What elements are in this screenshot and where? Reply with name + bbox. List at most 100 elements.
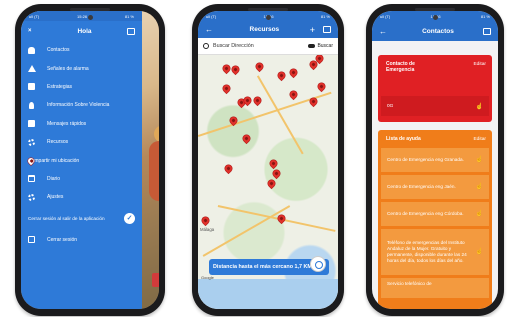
my-location-button[interactable] (310, 256, 326, 272)
map-view[interactable]: Málaga Distancia hasta el más cercano 1,… (198, 55, 338, 309)
menu-item-label: Mensajes rápidos (47, 120, 87, 127)
contacts-icon (28, 46, 35, 54)
help-item-label: Servicio telefónico de (387, 281, 432, 286)
lightbulb-icon (29, 101, 34, 109)
back-arrow-icon[interactable]: ← (379, 27, 393, 36)
menu-item-estrategias[interactable]: Estrategias (21, 78, 142, 96)
help-list-card: Lista de ayuda Editar Centro de Emergenc… (378, 130, 492, 309)
map-pin[interactable] (252, 95, 263, 106)
help-item-label: Centro de Emergencia eng Jaén. (387, 184, 456, 189)
menu-item-ajustes[interactable]: Ajustes (21, 188, 142, 206)
phone-notch (415, 8, 455, 11)
menu-item-contactos[interactable]: Contactos (21, 41, 142, 59)
drawer-title: Hola (77, 27, 92, 35)
map-pin[interactable] (288, 89, 299, 100)
menu-item-ubicacion[interactable]: Compartir mi ubicación (21, 151, 142, 169)
menu-item-label: Diario (47, 175, 61, 182)
menu-item-cerrar-sesion[interactable]: Cerrar sesión (21, 231, 142, 249)
card-header: Lista de ayuda Editar (378, 130, 492, 143)
map-pin[interactable] (316, 81, 327, 92)
logout-icon[interactable] (127, 27, 135, 35)
status-bar: ull (T) 15:26 81 % (21, 11, 142, 21)
logout-icon[interactable] (323, 26, 331, 33)
menu-item-label: Información Sobre Violencia (47, 102, 110, 109)
contacts-screen: ull (T) 15:26 81 % ← Contactos Contacto … (372, 11, 498, 309)
search-icon (203, 43, 209, 49)
menu-item-mensajes[interactable]: Mensajes rápidos (21, 115, 142, 133)
status-time: 15:26 (77, 13, 88, 19)
resources-screen: ull (T) 15:26 81 % ← Recursos + Buscar D… (198, 11, 338, 309)
card-title: Contacto de Emergencia (386, 61, 415, 73)
status-signal: ull (T) (29, 13, 40, 19)
menu-screen: ull (T) 15:26 81 % × Hola Contactos Seña… (21, 11, 159, 309)
edit-button[interactable]: Editar (473, 62, 486, 73)
menu-item-label: Estrategias (47, 83, 73, 90)
map-pin[interactable] (230, 64, 241, 75)
search-input[interactable]: Buscar Dirección (213, 43, 308, 49)
phone-contacts: ull (T) 15:26 81 % ← Contactos Contacto … (366, 4, 504, 316)
help-list-item[interactable]: Servicio telefónico de (381, 278, 489, 298)
menu-item-recursos[interactable]: Recursos (21, 133, 142, 151)
logout-on-exit-toggle[interactable]: Cerrar sesión al salir de la aplicación … (21, 207, 142, 231)
emergency-contact-card: Contacto de Emergencia Editar 0G ☝ (378, 55, 492, 122)
checkmark-icon[interactable]: ✓ (124, 213, 135, 225)
phone-notch (248, 8, 288, 11)
phone-menu: ull (T) 15:26 81 % × Hola Contactos Seña… (15, 4, 165, 316)
map-pin[interactable] (266, 178, 277, 189)
close-icon[interactable]: × (28, 28, 42, 34)
map-pin[interactable] (221, 63, 232, 74)
map-road (202, 205, 290, 257)
tap-hand-icon: ☝ (475, 157, 483, 163)
navigation-drawer: ull (T) 15:26 81 % × Hola Contactos Seña… (21, 11, 142, 309)
menu-item-senales[interactable]: Señales de alarma (21, 59, 142, 77)
tap-hand-icon: ☝ (475, 184, 483, 190)
background-photo-girl (149, 141, 159, 201)
map-pin[interactable] (200, 215, 211, 226)
page-title: Contactos (422, 27, 454, 35)
map-pin[interactable] (276, 213, 287, 224)
map-pin[interactable] (254, 61, 265, 72)
help-list-item[interactable]: Teléfono de emergencias del Instituto An… (381, 229, 489, 275)
phone-resources: ull (T) 15:26 81 % ← Recursos + Buscar D… (192, 4, 344, 316)
map-pin[interactable] (308, 96, 319, 107)
status-battery: 81 % (124, 13, 134, 19)
stage: ull (T) 15:26 81 % × Hola Contactos Seña… (0, 0, 507, 317)
help-list-item[interactable]: Centro de Emergencia eng Córdoba. ☝ (381, 202, 489, 226)
status-signal: ull (T) (206, 13, 217, 19)
edit-button[interactable]: Editar (473, 137, 486, 143)
help-list-item[interactable]: Centro de Emergencia eng Granada. ☝ (381, 148, 489, 172)
map-pin[interactable] (223, 163, 234, 174)
search-button-label: Buscar (317, 43, 333, 49)
map-sea (198, 279, 338, 309)
toolbar: ← Contactos (372, 21, 498, 41)
card-header: Contacto de Emergencia Editar (378, 55, 492, 73)
resources-icon (28, 138, 35, 146)
search-bar: Buscar Dirección Buscar (198, 38, 338, 55)
contact-number: 0G (387, 103, 394, 109)
map-pin[interactable] (221, 83, 232, 94)
status-battery: 81 % (480, 13, 490, 19)
menu-item-label: Ajustes (47, 194, 64, 201)
back-arrow-icon[interactable]: ← (205, 25, 219, 34)
add-icon[interactable]: + (310, 25, 315, 35)
logout-icon[interactable] (483, 27, 491, 35)
menu-item-label: Cerrar sesión (47, 236, 78, 243)
menu-item-diario[interactable]: Diario (21, 170, 142, 188)
map-pin[interactable] (271, 168, 282, 179)
status-battery: 81 % (320, 13, 330, 19)
map-pin[interactable] (288, 67, 299, 78)
map-pin[interactable] (268, 158, 279, 169)
emergency-contact-row[interactable]: 0G ☝ (381, 96, 489, 116)
help-list-item[interactable]: Centro de Emergencia eng Jaén. ☝ (381, 175, 489, 199)
toolbar: ← Recursos + (198, 21, 338, 38)
menu-item-label: Recursos (47, 139, 69, 146)
menu-item-label: Compartir mi ubicación (28, 157, 80, 164)
map-pin[interactable] (241, 133, 252, 144)
city-label: Málaga (200, 227, 215, 232)
menu-item-label: Señales de alarma (47, 65, 89, 72)
map-pin[interactable] (276, 70, 287, 81)
search-button[interactable]: Buscar (308, 43, 333, 49)
menu-item-informacion[interactable]: Información Sobre Violencia (21, 96, 142, 114)
drawer-header: × Hola (21, 21, 142, 41)
phone-camera (88, 15, 93, 20)
